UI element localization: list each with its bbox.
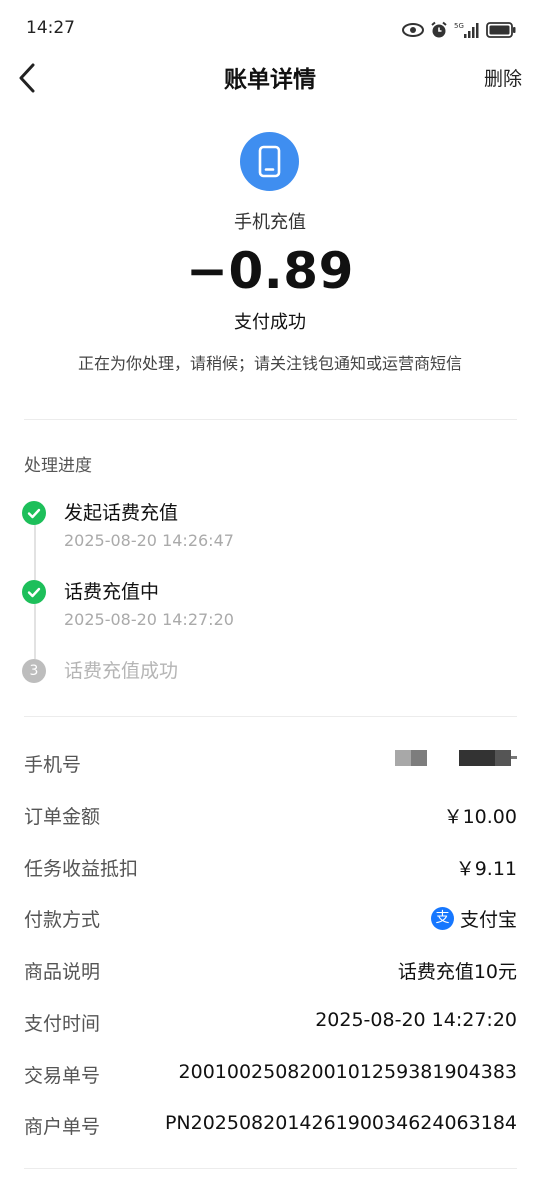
divider: [24, 419, 517, 420]
detail-row-pay-time: 支付时间 2025-08-20 14:27:20: [24, 1009, 517, 1039]
eye-icon: [402, 23, 424, 37]
transaction-category: 手机充值: [234, 212, 306, 233]
payment-method-name: 支付宝: [459, 909, 517, 931]
delete-button[interactable]: 删除: [484, 64, 522, 91]
nav-bar: 账单详情 删除: [0, 58, 540, 98]
detail-row-phone: 手机号: [24, 750, 517, 780]
divider: [24, 1168, 517, 1169]
step-time: 2025-08-20 14:26:47: [64, 531, 234, 550]
detail-label: 交易单号: [24, 1065, 101, 1087]
detail-label: 支付时间: [24, 1013, 101, 1035]
detail-row-merchant-no: 商户单号 PN202508201426190034624063184: [24, 1112, 517, 1142]
transaction-amount: −0.89: [186, 242, 354, 300]
detail-row-payment-method: 付款方式 支 支付宝: [24, 905, 517, 935]
detail-label: 商品说明: [24, 961, 101, 983]
order-amount-value: ￥10.00: [443, 806, 517, 828]
page-title: 账单详情: [224, 67, 316, 93]
detail-label: 订单金额: [24, 806, 101, 828]
payment-status: 支付成功: [234, 312, 306, 333]
task-deduction-value: ￥9.11: [455, 858, 517, 880]
step-title: 发起话费充值: [64, 502, 179, 524]
timeline-connector: [34, 604, 36, 659]
alarm-icon: [431, 21, 447, 38]
status-time: 14:27: [26, 18, 75, 38]
timeline-connector: [34, 524, 36, 580]
processing-note: 正在为你处理，请稍候；请关注钱包通知或运营商短信: [77, 354, 462, 373]
detail-label: 手机号: [24, 754, 82, 776]
detail-row-task-deduction: 任务收益抵扣 ￥9.11: [24, 854, 517, 884]
alipay-icon: 支: [430, 907, 454, 930]
pay-time-value: 2025-08-20 14:27:20: [315, 1009, 517, 1031]
payment-method-value: 支 支付宝: [430, 905, 517, 932]
detail-row-order-amount: 订单金额 ￥10.00: [24, 802, 517, 832]
signal-5g-icon: 5G: [454, 22, 479, 38]
trade-no-value[interactable]: 2001002508200101259381904383: [179, 1061, 517, 1083]
status-bar: 14:27 5G: [0, 0, 540, 58]
step-time: 2025-08-20 14:27:20: [64, 610, 234, 629]
divider: [24, 716, 517, 717]
masked-phone-value: [395, 750, 517, 766]
product-desc-value: 话费充值10元: [397, 961, 517, 983]
phone-icon: [240, 132, 299, 191]
detail-label: 商户单号: [24, 1116, 101, 1138]
detail-label: 付款方式: [24, 909, 101, 931]
step-number-badge: 3: [22, 659, 46, 683]
progress-title: 处理进度: [24, 456, 92, 476]
detail-row-product: 商品说明 话费充值10元: [24, 957, 517, 987]
step-title: 话费充值中: [64, 581, 160, 603]
detail-label: 任务收益抵扣: [24, 858, 139, 880]
status-icons: 5G: [402, 19, 516, 41]
check-circle-icon: [22, 501, 46, 525]
check-circle-icon: [22, 580, 46, 604]
detail-row-trade-no: 交易单号 2001002508200101259381904383: [24, 1061, 517, 1091]
merchant-no-value[interactable]: PN202508201426190034624063184: [165, 1112, 517, 1134]
step-title: 话费充值成功: [64, 660, 179, 682]
svg-text:5G: 5G: [454, 22, 464, 30]
battery-icon: [486, 22, 516, 38]
